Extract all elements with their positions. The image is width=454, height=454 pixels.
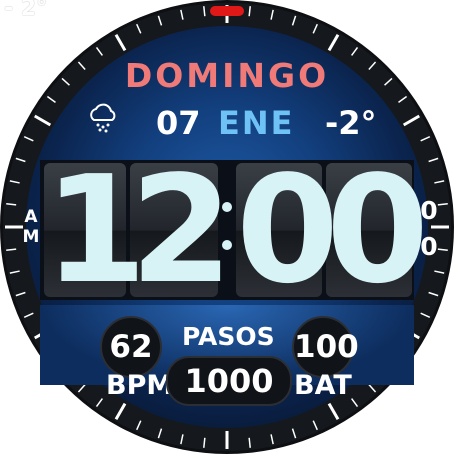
bezel-tick (6, 203, 17, 206)
top-marker (210, 6, 244, 16)
heart-rate-label: BPM (106, 370, 174, 401)
temperature: -2° (325, 104, 377, 142)
battery-label: BAT (294, 370, 352, 401)
seconds-indicator: 0 0 (418, 193, 440, 265)
bezel-tick (203, 437, 206, 448)
date-day: 07 (156, 104, 201, 142)
colon-dot-top (222, 202, 232, 212)
hour-digit-1: 1 (44, 144, 147, 316)
heart-rate-value[interactable]: 62 (100, 316, 162, 378)
battery-value[interactable]: 100 (292, 316, 359, 378)
seconds-bottom: 0 (420, 232, 438, 261)
am-pm-indicator: A M (20, 207, 42, 247)
date-month: ENE (218, 104, 295, 142)
bezel-tick (203, 6, 206, 17)
minute-digit-1: 0 (236, 144, 339, 316)
bezel-tick (6, 248, 17, 251)
minute-digit-2: 0 (326, 144, 429, 316)
weekday-label: DOMINGO (124, 56, 330, 95)
steps-value[interactable]: 1000 (166, 356, 292, 406)
snow-cloud-icon (90, 103, 116, 133)
hour-digit-2: 2 (130, 144, 233, 316)
steps-label: PASOS (182, 322, 275, 351)
am-pm-bottom: M (22, 227, 40, 247)
seconds-top: 0 (420, 196, 438, 225)
bezel-tick (248, 6, 251, 17)
bezel-tick (248, 437, 251, 448)
am-pm-top: A (24, 207, 38, 227)
colon-dot-bottom (222, 240, 232, 250)
